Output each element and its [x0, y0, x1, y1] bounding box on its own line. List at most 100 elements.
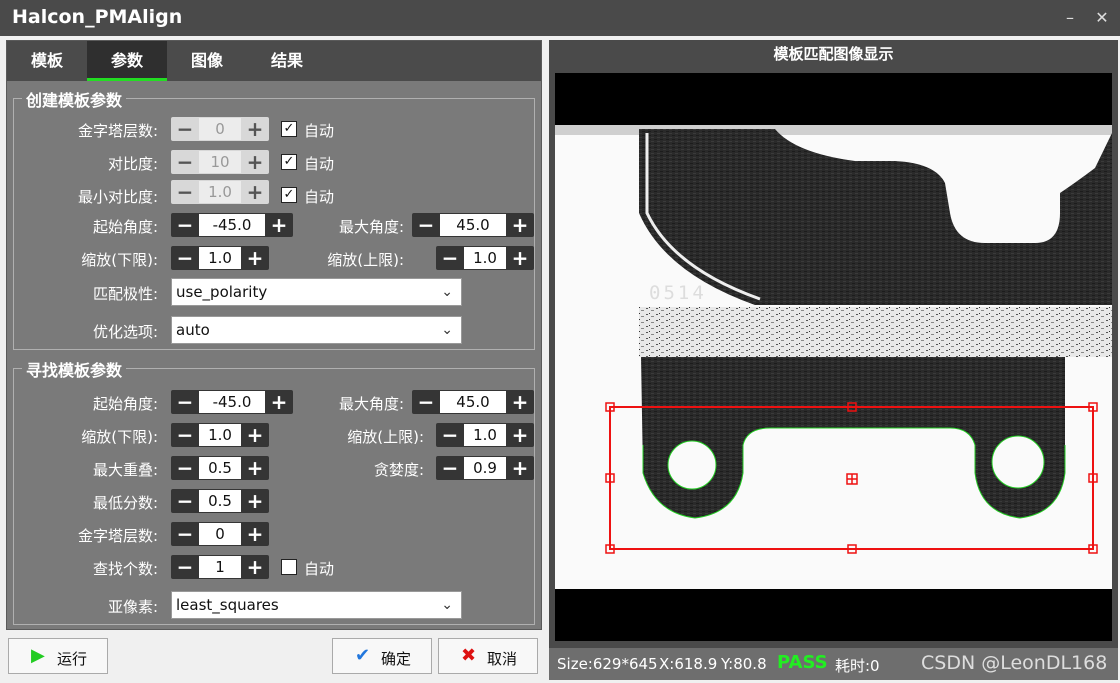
- min-contrast-value[interactable]: 1.0: [199, 181, 241, 203]
- min-score-value[interactable]: 0.5: [199, 490, 241, 512]
- polarity-select[interactable]: use_polarity ⌄: [171, 278, 462, 306]
- plus-icon[interactable]: +: [241, 489, 269, 513]
- find-max-angle-stepper[interactable]: − 45.0 +: [412, 390, 534, 414]
- image-viewer[interactable]: 0514: [555, 73, 1112, 641]
- create-pyramid-auto-checkbox[interactable]: ✓: [281, 121, 297, 137]
- create-scale-max-stepper[interactable]: − 1.0 +: [436, 246, 534, 270]
- tab-template[interactable]: 模板: [7, 41, 87, 81]
- num-matches-auto-checkbox[interactable]: [281, 559, 297, 575]
- plus-icon[interactable]: +: [241, 555, 269, 579]
- play-icon: ▶: [31, 645, 45, 666]
- cancel-button[interactable]: ✖ 取消: [438, 638, 538, 674]
- greediness-stepper[interactable]: − 0.9 +: [436, 456, 534, 480]
- contrast-auto-label: 自动: [304, 155, 335, 173]
- contrast-auto-checkbox[interactable]: ✓: [281, 154, 297, 170]
- find-scale-max-stepper[interactable]: − 1.0 +: [436, 423, 534, 447]
- create-start-angle-value[interactable]: -45.0: [199, 214, 265, 236]
- create-start-angle-stepper[interactable]: − -45.0 +: [171, 213, 293, 237]
- minus-icon[interactable]: −: [412, 213, 440, 237]
- create-max-angle-value[interactable]: 45.0: [440, 214, 506, 236]
- plus-icon[interactable]: +: [265, 213, 293, 237]
- create-pyramid-label: 金字塔层数:: [77, 122, 158, 140]
- minimize-icon[interactable]: –: [1060, 8, 1080, 28]
- plus-icon[interactable]: +: [506, 246, 534, 270]
- find-pyramid-stepper[interactable]: − 0 +: [171, 522, 269, 546]
- plus-icon[interactable]: +: [241, 117, 269, 141]
- cursor-x: X:618.9: [659, 655, 718, 673]
- optimization-value: auto: [176, 321, 210, 339]
- tab-bar: 模板 参数 图像 结果: [7, 41, 541, 81]
- create-pyramid-stepper[interactable]: − 0 +: [171, 117, 269, 141]
- contrast-value[interactable]: 10: [199, 151, 241, 173]
- plus-icon[interactable]: +: [241, 246, 269, 270]
- plus-icon[interactable]: +: [241, 423, 269, 447]
- min-contrast-stepper[interactable]: − 1.0 +: [171, 180, 269, 204]
- find-scale-max-value[interactable]: 1.0: [464, 424, 506, 446]
- minus-icon[interactable]: −: [171, 150, 199, 174]
- minus-icon[interactable]: −: [436, 423, 464, 447]
- plus-icon[interactable]: +: [506, 213, 534, 237]
- minus-icon[interactable]: −: [171, 390, 199, 414]
- inspection-image[interactable]: 0514: [555, 73, 1112, 641]
- plus-icon[interactable]: +: [241, 522, 269, 546]
- watermark: CSDN @LeonDL168: [921, 652, 1108, 674]
- find-scale-min-value[interactable]: 1.0: [199, 424, 241, 446]
- tab-image[interactable]: 图像: [167, 41, 247, 81]
- create-template-group: 创建模板参数 金字塔层数: − 0 + ✓ 自动 对比度: − 10 + ✓ 自…: [13, 87, 535, 350]
- chevron-down-icon[interactable]: ⌄: [441, 279, 453, 305]
- run-button[interactable]: ▶ 运行: [8, 638, 108, 674]
- window-title: Halcon_PMAlign: [12, 6, 183, 28]
- find-template-group: 寻找模板参数 起始角度: − -45.0 + 最大角度: − 45.0 + 缩放…: [13, 357, 535, 625]
- find-max-angle-value[interactable]: 45.0: [440, 391, 506, 413]
- greediness-value[interactable]: 0.9: [464, 457, 506, 479]
- parameters-panel: 模板 参数 图像 结果 创建模板参数 金字塔层数: − 0 + ✓ 自动 对比度…: [6, 40, 542, 630]
- minus-icon[interactable]: −: [436, 246, 464, 270]
- minus-icon[interactable]: −: [171, 423, 199, 447]
- plus-icon[interactable]: +: [506, 423, 534, 447]
- find-start-angle-stepper[interactable]: − -45.0 +: [171, 390, 293, 414]
- create-scale-max-value[interactable]: 1.0: [464, 247, 506, 269]
- minus-icon[interactable]: −: [171, 555, 199, 579]
- minus-icon[interactable]: −: [171, 117, 199, 141]
- find-pyramid-value[interactable]: 0: [199, 523, 241, 545]
- max-overlap-stepper[interactable]: − 0.5 +: [171, 456, 269, 480]
- chevron-down-icon[interactable]: ⌄: [441, 317, 453, 343]
- subpixel-select[interactable]: least_squares ⌄: [171, 591, 462, 619]
- min-contrast-auto-checkbox[interactable]: ✓: [281, 187, 297, 203]
- subpixel-label: 亚像素:: [107, 598, 158, 616]
- minus-icon[interactable]: −: [171, 213, 199, 237]
- plus-icon[interactable]: +: [241, 150, 269, 174]
- num-matches-stepper[interactable]: − 1 +: [171, 555, 269, 579]
- create-scale-min-value[interactable]: 1.0: [199, 247, 241, 269]
- chevron-down-icon[interactable]: ⌄: [441, 592, 453, 618]
- find-pyramid-label: 金字塔层数:: [77, 527, 158, 545]
- minus-icon[interactable]: −: [171, 456, 199, 480]
- create-max-angle-stepper[interactable]: − 45.0 +: [412, 213, 534, 237]
- tab-result[interactable]: 结果: [247, 41, 327, 81]
- result-badge: PASS: [777, 652, 828, 673]
- optimization-select[interactable]: auto ⌄: [171, 316, 462, 344]
- plus-icon[interactable]: +: [506, 456, 534, 480]
- create-pyramid-value[interactable]: 0: [199, 118, 241, 140]
- min-score-stepper[interactable]: − 0.5 +: [171, 489, 269, 513]
- close-icon[interactable]: ✕: [1092, 8, 1112, 28]
- plus-icon[interactable]: +: [506, 390, 534, 414]
- create-scale-min-stepper[interactable]: − 1.0 +: [171, 246, 269, 270]
- minus-icon[interactable]: −: [171, 522, 199, 546]
- minus-icon[interactable]: −: [171, 489, 199, 513]
- polarity-label: 匹配极性:: [92, 285, 158, 303]
- max-overlap-value[interactable]: 0.5: [199, 457, 241, 479]
- plus-icon[interactable]: +: [265, 390, 293, 414]
- plus-icon[interactable]: +: [241, 180, 269, 204]
- minus-icon[interactable]: −: [436, 456, 464, 480]
- minus-icon[interactable]: −: [171, 180, 199, 204]
- plus-icon[interactable]: +: [241, 456, 269, 480]
- ok-button[interactable]: ✔ 确定: [332, 638, 432, 674]
- num-matches-value[interactable]: 1: [199, 556, 241, 578]
- minus-icon[interactable]: −: [171, 246, 199, 270]
- minus-icon[interactable]: −: [412, 390, 440, 414]
- find-scale-min-stepper[interactable]: − 1.0 +: [171, 423, 269, 447]
- contrast-stepper[interactable]: − 10 +: [171, 150, 269, 174]
- tab-parameters[interactable]: 参数: [87, 41, 167, 81]
- find-start-angle-value[interactable]: -45.0: [199, 391, 265, 413]
